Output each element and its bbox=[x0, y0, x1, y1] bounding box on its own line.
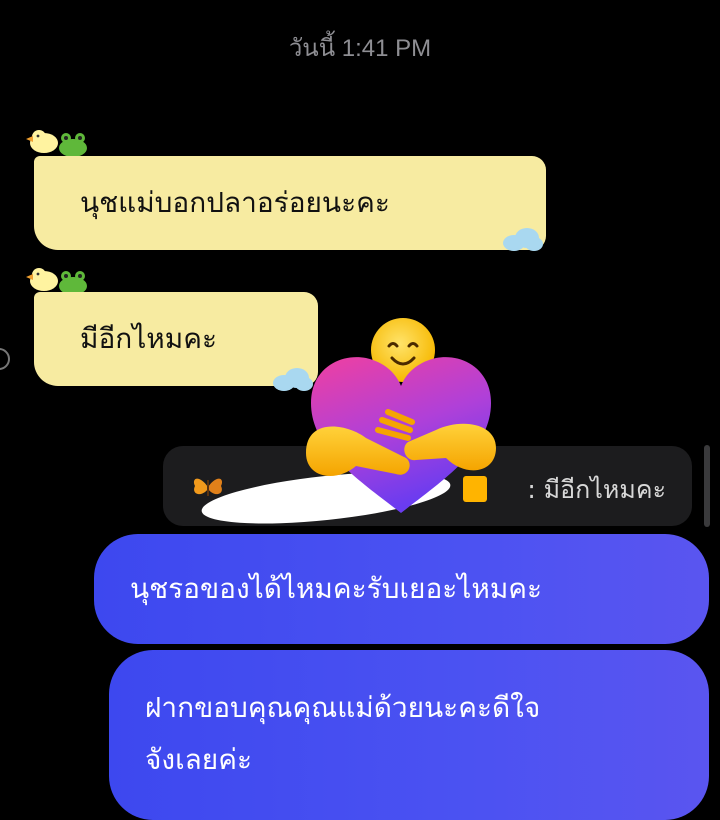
partial-avatar bbox=[0, 348, 10, 370]
hugging-face-emoji bbox=[306, 318, 496, 513]
scrollbar[interactable] bbox=[704, 445, 710, 527]
outgoing-message-bubble[interactable]: ฝากขอบคุณคุณแม่ด้วยนะคะดีใจ จังเลยค่ะ bbox=[109, 650, 709, 820]
message-text-line: ฝากขอบคุณคุณแม่ด้วยนะคะดีใจ bbox=[145, 691, 541, 724]
outgoing-message-bubble[interactable]: นุชรอของได้ไหมคะรับเยอะไหมคะ bbox=[94, 534, 709, 644]
duck-icon bbox=[26, 268, 58, 291]
message-text: นุชแม่บอกปลาอร่อยนะคะ bbox=[80, 186, 390, 219]
message-text: นุชรอของได้ไหมคะรับเยอะไหมคะ bbox=[130, 572, 543, 605]
quoted-message-text: : มีอีกไหมคะ bbox=[527, 475, 666, 504]
chat-timestamp: วันนี้ 1:41 PM bbox=[288, 35, 432, 62]
incoming-message-bubble[interactable]: นุชแม่บอกปลาอร่อยนะคะ bbox=[34, 156, 546, 250]
message-text: มีอีกไหมคะ bbox=[80, 322, 217, 355]
frog-icon bbox=[59, 133, 87, 157]
message-text-line: จังเลยค่ะ bbox=[145, 743, 252, 776]
duck-icon bbox=[26, 130, 58, 153]
cloud-icon bbox=[503, 228, 543, 251]
